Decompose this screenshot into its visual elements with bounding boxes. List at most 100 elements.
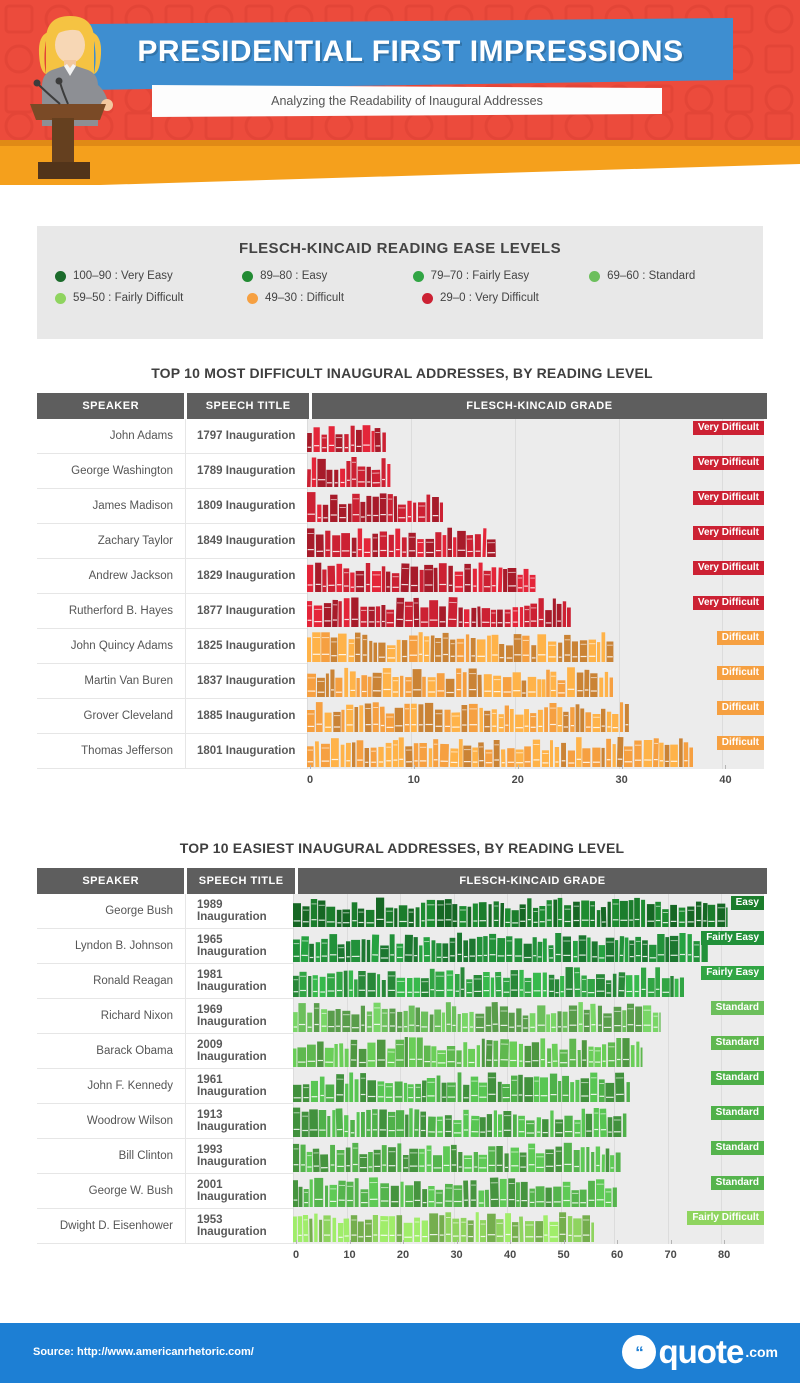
cell-speaker: John F. Kennedy — [37, 1069, 185, 1104]
cell-speaker: Lyndon B. Johnson — [37, 929, 185, 964]
legend-dot-icon — [412, 270, 424, 282]
book-bar — [293, 1037, 643, 1067]
gridline — [667, 999, 669, 1034]
gridline — [618, 629, 620, 664]
legend-item-fairly-easy: 79–70 : Fairly Easy — [412, 270, 589, 282]
axis-tick-label: 40 — [503, 1249, 517, 1261]
table-row: Thomas Jefferson 1801 Inauguration Difficu… — [37, 734, 767, 769]
cell-speaker: Woodrow Wilson — [37, 1104, 185, 1139]
table-row: John Adams 1797 Inauguration Very Difficul… — [37, 419, 767, 454]
cell-grade-bar: Very Difficult — [307, 594, 764, 629]
cell-speech-title: 1981 Inauguration — [185, 964, 293, 999]
gridline — [514, 454, 516, 489]
legend-dot-icon — [242, 270, 254, 282]
book-bar — [293, 1177, 617, 1207]
chart-2-title: TOP 10 EASIEST INAUGURAL ADDRESSES, BY R… — [179, 840, 625, 856]
status-badge: Standard — [710, 1176, 764, 1190]
chart-easiest: TOP 10 EASIEST INAUGURAL ADDRESSES, BY R… — [37, 840, 767, 1266]
legend-item-difficult: 49–30 : Difficult — [247, 292, 422, 304]
table-row: George Bush 1989 Inauguration Easy — [37, 894, 767, 929]
cell-speech-title: 1789 Inauguration — [185, 454, 307, 489]
cell-speaker: Ronald Reagan — [37, 964, 185, 999]
book-bar — [307, 422, 386, 452]
cell-speech-title: 1797 Inauguration — [185, 419, 307, 454]
axis-tick-label: 20 — [511, 774, 524, 786]
source-text: Source: http://www.americanrhetoric.com/ — [33, 1346, 254, 1358]
axis-tick-label: 10 — [343, 1249, 356, 1261]
axis-tickmark — [725, 765, 727, 769]
chart-1-title: TOP 10 MOST DIFFICULT INAUGURAL ADDRESSE… — [151, 365, 653, 381]
status-badge: Difficult — [716, 736, 764, 750]
table-row: Lyndon B. Johnson 1965 Inauguration Fairly… — [37, 929, 767, 964]
column-header-speaker: SPEAKER — [37, 393, 185, 419]
chart-1-rows: John Adams 1797 Inauguration Very Difficul… — [37, 419, 767, 769]
cell-speech-title: 1801 Inauguration — [185, 734, 307, 769]
status-badge: Very Difficult — [692, 456, 764, 470]
status-badge: Very Difficult — [692, 421, 764, 435]
cell-grade-bar: Fairly Easy — [293, 964, 764, 999]
table-row: Bill Clinton 1993 Inauguration Standard — [37, 1139, 767, 1174]
cell-speech-title: 1969 Inauguration — [185, 999, 293, 1034]
cell-grade-bar: Very Difficult — [307, 489, 764, 524]
cell-grade-bar: Standard — [293, 1139, 764, 1174]
cell-speaker: Grover Cleveland — [37, 699, 185, 734]
gridline — [514, 524, 516, 559]
axis-tick-label: 30 — [450, 1249, 463, 1261]
chart-2-rows: George Bush 1989 Inauguration Easy Lyndon B… — [37, 894, 767, 1244]
status-badge: Very Difficult — [692, 561, 764, 575]
cell-speech-title: 1913 Inauguration — [185, 1104, 293, 1139]
legend-label: 59–50 : Fairly Difficult — [73, 292, 184, 304]
legend-items: 100–90 : Very Easy 89–80 : Easy 79–70 : … — [37, 257, 763, 304]
axis-tick-label: 40 — [719, 774, 732, 786]
cell-grade-bar: Standard — [293, 1069, 764, 1104]
chart-2-table-header: SPEAKER SPEECH TITLE FLESCH-KINCAID GRAD… — [37, 868, 767, 894]
gridline — [514, 419, 516, 454]
table-row: George Washington 1789 Inauguration Very D… — [37, 454, 767, 489]
legend-label: 29–0 : Very Difficult — [440, 292, 539, 304]
cell-speech-title: 1953 Inauguration — [185, 1209, 293, 1244]
table-row: Barack Obama 2009 Inauguration Standard — [37, 1034, 767, 1069]
table-row: Zachary Taylor 1849 Inauguration Very Diff… — [37, 524, 767, 559]
legend-item-fairly-difficult: 59–50 : Fairly Difficult — [55, 292, 247, 304]
logo-wordmark: quote — [658, 1333, 744, 1370]
book-bar — [307, 667, 614, 697]
legend-item-standard: 69–60 : Standard — [589, 270, 745, 282]
column-header-grade: FLESCH-KINCAID GRADE — [297, 868, 767, 894]
status-badge: Fairly Easy — [701, 931, 764, 945]
status-badge: Difficult — [716, 701, 764, 715]
legend-label: 69–60 : Standard — [607, 270, 696, 282]
quote-com-logo[interactable]: “ quote .com — [622, 1333, 778, 1371]
cell-speaker: John Quincy Adams — [37, 629, 185, 664]
gridline — [514, 489, 516, 524]
status-badge: Fairly Difficult — [687, 1211, 764, 1225]
cell-speech-title: 1837 Inauguration — [185, 664, 307, 699]
status-badge: Difficult — [716, 666, 764, 680]
legend-row-top: 100–90 : Very Easy 89–80 : Easy 79–70 : … — [55, 270, 745, 282]
page-subtitle: Analyzing the Readability of Inaugural A… — [271, 94, 543, 108]
legend-panel: FLESCH-KINCAID READING EASE LEVELS 100–9… — [37, 226, 763, 339]
table-row: Andrew Jackson 1829 Inauguration Very Diff… — [37, 559, 767, 594]
legend-item-very-easy: 100–90 : Very Easy — [55, 270, 242, 282]
quote-mark-icon: “ — [622, 1335, 657, 1369]
book-bar — [293, 1107, 628, 1137]
column-header-speech-title: SPEECH TITLE — [187, 868, 295, 894]
cell-speaker: Barack Obama — [37, 1034, 185, 1069]
book-bar — [293, 1142, 621, 1172]
cell-speaker: Martin Van Buren — [37, 664, 185, 699]
page-title: PRESIDENTIAL FIRST IMPRESSIONS — [137, 35, 684, 68]
status-badge: Easy — [730, 896, 764, 910]
cell-grade-bar: Fairly Difficult — [293, 1209, 764, 1244]
cell-speaker: Richard Nixon — [37, 999, 185, 1034]
status-badge: Very Difficult — [692, 526, 764, 540]
table-row: Woodrow Wilson 1913 Inauguration Standard — [37, 1104, 767, 1139]
cell-grade-bar: Standard — [293, 1104, 764, 1139]
axis-tickmark — [724, 1240, 726, 1244]
cell-grade-bar: Standard — [293, 999, 764, 1034]
axis-tickmark — [403, 1240, 405, 1244]
axis-tickmark — [670, 1240, 672, 1244]
axis-tick-label: 10 — [407, 774, 420, 786]
axis-tickmark — [563, 1240, 565, 1244]
axis-tick-label: 0 — [292, 1249, 300, 1261]
cell-grade-bar: Difficult — [307, 734, 764, 769]
cell-speech-title: 1993 Inauguration — [185, 1139, 293, 1174]
